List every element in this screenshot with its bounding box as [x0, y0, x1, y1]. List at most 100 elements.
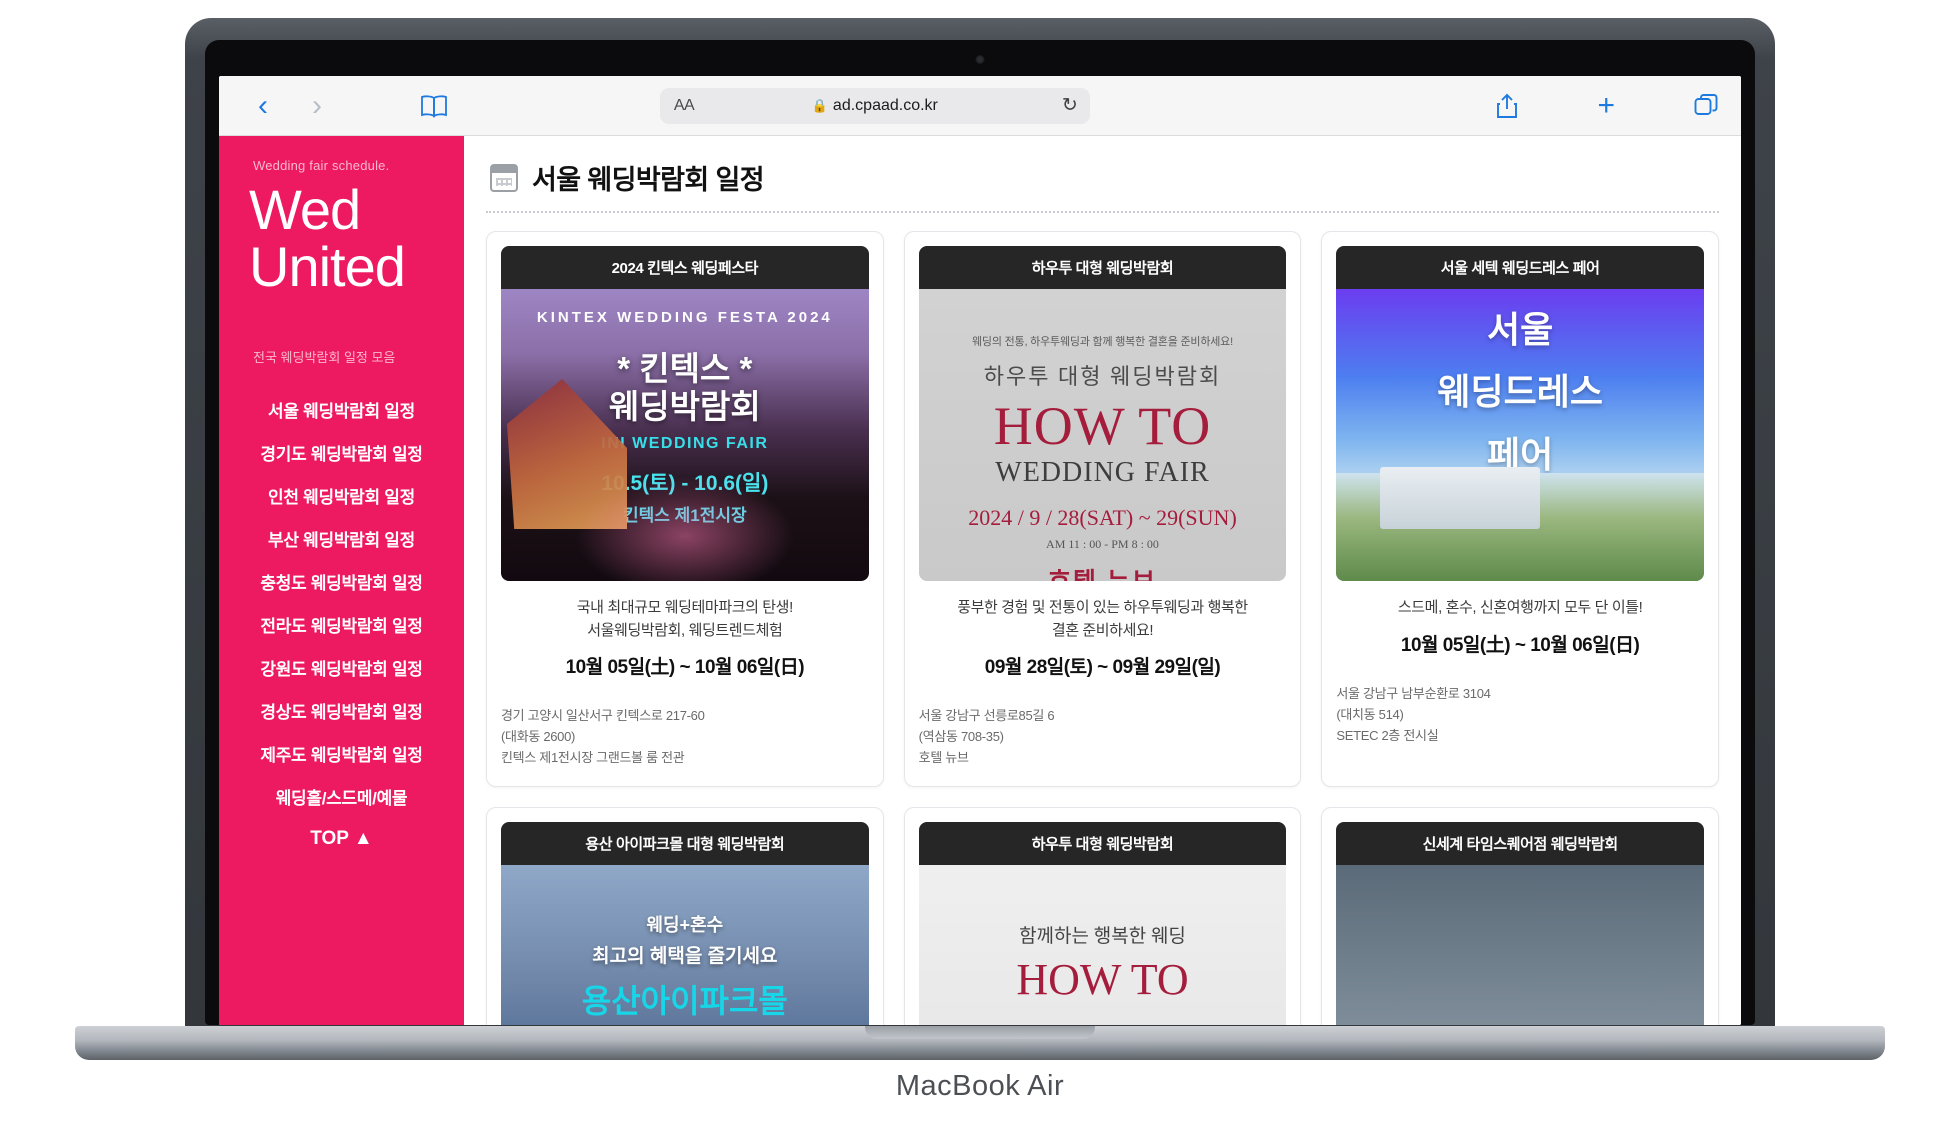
sidebar-item-jeju[interactable]: 제주도 웨딩박람회 일정 — [235, 732, 448, 775]
back-icon[interactable]: ‹ — [241, 90, 285, 121]
sidebar-item-jeolla[interactable]: 전라도 웨딩박람회 일정 — [235, 603, 448, 646]
card-desc-line2: 결혼 준비하세요! — [1051, 621, 1154, 639]
share-icon[interactable] — [1495, 92, 1519, 120]
sidebar-logo-line1: Wed — [249, 178, 361, 241]
card-desc-line1: 풍부한 경험 및 전통이 있는 하우투웨딩과 행복한 — [957, 599, 1248, 616]
sidebar-item-gyeongsang[interactable]: 경상도 웨딩박람회 일정 — [235, 689, 448, 732]
card-date-range: 10월 05일(土) ~ 10월 06일(日) — [1400, 634, 1640, 656]
card-title: 2024 킨텍스 웨딩페스타 — [501, 246, 869, 289]
card-address: 서울 강남구 남부순환로 3104 (대치동 514) SETEC 2층 전시실 — [1336, 683, 1704, 746]
card-addr-line3: SETEC 2층 전시실 — [1336, 727, 1439, 743]
card-description: 스드메, 혼수, 신혼여행까지 모두 단 이틀! — [1336, 597, 1704, 620]
toolbar-right-group: + — [1495, 89, 1719, 123]
webcam — [975, 55, 985, 64]
fair-card[interactable]: 용산 아이파크몰 대형 웨딩박람회 웨딩+혼수 최고의 혜택을 즐기세요 용산아… — [486, 807, 884, 1025]
poster-line2: 웨딩드레스 — [1437, 371, 1603, 413]
poster-top-text: KINTEX WEDDING FESTA 2024 — [536, 309, 833, 326]
calendar-icon — [490, 163, 518, 192]
poster-hotel-text: 호텔 뉴브 — [1048, 562, 1157, 581]
card-title: 하우투 대형 웨딩박람회 — [918, 822, 1287, 866]
poster-glow — [574, 475, 795, 581]
poster-line1: 서울 — [1487, 309, 1554, 350]
card-poster-image: KINTEX WEDDING FESTA 2024 * 킨텍스 * 웨딩박람회 … — [501, 289, 869, 581]
poster-top-text: 웨딩의 전통, 하우투웨딩과 함께 행복한 결혼을 준비하세요! — [972, 336, 1233, 348]
poster-kor-title: 하우투 대형 웨딩박람회 — [983, 364, 1222, 389]
fair-card[interactable]: 하우투 대형 웨딩박람회 함께하는 행복한 웨딩 HOW TO — [903, 807, 1302, 1025]
fair-card[interactable]: 신세계 타임스퀘어점 웨딩박람회 — [1321, 807, 1719, 1025]
card-poster-image: 서울 웨딩드레스 페어 SETEC — [1336, 289, 1704, 581]
card-poster-image — [1336, 865, 1704, 1025]
sidebar-tagline: 전국 웨딩박람회 일정 모음 — [253, 350, 396, 366]
card-desc-line2: 서울웨딩박람회, 웨딩트렌드체험 — [587, 621, 783, 639]
sidebar-item-chungcheong[interactable]: 충청도 웨딩박람회 일정 — [235, 560, 448, 603]
page-content: Wedding fair schedule. Wed United 전국 웨딩박… — [219, 136, 1741, 1025]
new-tab-icon[interactable]: + — [1597, 89, 1615, 123]
card-addr-line3: 킨텍스 제1전시장 그랜드볼 룸 전관 — [501, 750, 685, 766]
poster-big-text: * 킨텍스 * 웨딩박람회 — [608, 350, 761, 425]
card-title: 서울 세텍 웨딩드레스 페어 — [1336, 246, 1704, 289]
card-date-range: 10월 05일(土) ~ 10월 06일(日) — [565, 657, 805, 678]
card-title: 신세계 타임스퀘어점 웨딩박람회 — [1336, 822, 1704, 866]
header-divider — [486, 211, 1719, 213]
browser-toolbar: ‹ › AA 🔒 ad.cpaad.co.kr ↻ + — [219, 76, 1741, 136]
url-value: ad.cpaad.co.kr — [832, 96, 938, 114]
fair-card[interactable]: 서울 세텍 웨딩드레스 페어 서울 웨딩드레스 페어 SETEC — [1321, 231, 1719, 788]
card-poster-image: 웨딩+혼수 최고의 혜택을 즐기세요 용산아이파크몰 — [501, 865, 869, 1025]
poster-line2: 최고의 혜택을 즐기세요 — [592, 946, 778, 968]
card-addr-line1: 경기 고양시 일산서구 킨텍스로 217-60 — [501, 708, 705, 723]
card-addr-line3: 호텔 뉴브 — [918, 750, 969, 766]
tabs-icon[interactable] — [1693, 93, 1719, 119]
sidebar-item-weddinghall[interactable]: 웨딩홀/스드메/예물 — [235, 775, 448, 818]
reader-book-icon[interactable] — [411, 94, 457, 118]
address-bar[interactable]: AA 🔒 ad.cpaad.co.kr ↻ — [659, 87, 1090, 124]
card-addr-line2: (대치동 514) — [1336, 706, 1404, 722]
poster-date-text: 2024 / 9 / 28(SAT) ~ 29(SUN) — [968, 505, 1237, 530]
card-title: 하우투 대형 웨딩박람회 — [918, 246, 1287, 289]
page-header: 서울 웨딩박람회 일정 — [486, 152, 1719, 211]
sidebar-item-gyeonggi[interactable]: 경기도 웨딩박람회 일정 — [235, 431, 448, 474]
poster-building-shape — [1380, 467, 1541, 529]
card-desc-line1: 스드메, 혼수, 신혼여행까지 모두 단 이틀! — [1397, 599, 1643, 616]
sidebar-item-gangwon[interactable]: 강원도 웨딩박람회 일정 — [235, 646, 448, 689]
screen: ‹ › AA 🔒 ad.cpaad.co.kr ↻ + Wedding fair… — [219, 76, 1741, 1025]
laptop-device: ‹ › AA 🔒 ad.cpaad.co.kr ↻ + Wedding fair… — [75, 18, 1885, 1102]
card-addr-line2: (대화동 2600) — [501, 729, 576, 745]
poster-line1: 웨딩+혼수 — [646, 915, 724, 936]
laptop-notch — [865, 1026, 1095, 1039]
fair-card[interactable]: 2024 킨텍스 웨딩페스타 KINTEX WEDDING FESTA 2024… — [486, 231, 884, 788]
card-addr-line2: (역삼동 708-35) — [918, 729, 1004, 745]
poster-line1: 함께하는 행복한 웨딩 — [1019, 926, 1186, 948]
card-addr-line1: 서울 강남구 선릉로85길 6 — [918, 708, 1055, 723]
lock-icon: 🔒 — [811, 97, 828, 113]
card-date-range: 09월 28일(토) ~ 09월 29일(일) — [984, 657, 1221, 678]
url-text: 🔒 ad.cpaad.co.kr — [660, 97, 1090, 115]
card-description: 국내 최대규모 웨딩테마파크의 탄생! 서울웨딩박람회, 웨딩트렌드체험 — [501, 597, 869, 642]
poster-main-text: HOW TO — [993, 396, 1212, 456]
device-label: MacBook Air — [895, 1070, 1065, 1102]
page-title: 서울 웨딩박람회 일정 — [532, 165, 765, 195]
laptop-lid: ‹ › AA 🔒 ad.cpaad.co.kr ↻ + Wedding fair… — [185, 18, 1775, 1033]
card-addr-line1: 서울 강남구 남부순환로 3104 — [1336, 685, 1491, 701]
sidebar-nav: 서울 웨딩박람회 일정 경기도 웨딩박람회 일정 인천 웨딩박람회 일정 부산 … — [235, 388, 448, 860]
card-description: 풍부한 경험 및 전통이 있는 하우투웨딩과 행복한 결혼 준비하세요! — [919, 597, 1287, 642]
fair-card-grid: 2024 킨텍스 웨딩페스타 KINTEX WEDDING FESTA 2024… — [486, 231, 1719, 1025]
poster-line2: HOW TO — [1016, 955, 1189, 1005]
sidebar-subtitle: Wedding fair schedule. — [253, 158, 390, 173]
reload-icon[interactable]: ↻ — [1062, 94, 1078, 117]
card-poster-image: 웨딩의 전통, 하우투웨딩과 함께 행복한 결혼을 준비하세요! 하우투 대형 … — [918, 289, 1287, 581]
fair-card[interactable]: 하우투 대형 웨딩박람회 웨딩의 전통, 하우투웨딩과 함께 행복한 결혼을 준… — [903, 231, 1302, 788]
sidebar-item-incheon[interactable]: 인천 웨딩박람회 일정 — [235, 474, 448, 517]
scroll-to-top-button[interactable]: TOP ▲ — [235, 818, 448, 860]
sidebar: Wedding fair schedule. Wed United 전국 웨딩박… — [219, 136, 464, 1025]
card-address: 서울 강남구 선릉로85길 6 (역삼동 708-35) 호텔 뉴브 — [919, 705, 1287, 768]
card-desc-line1: 국내 최대규모 웨딩테마파크의 탄생! — [576, 599, 793, 616]
forward-icon[interactable]: › — [295, 90, 339, 121]
main-content: 서울 웨딩박람회 일정 2024 킨텍스 웨딩페스타 KINTEX WEDDIN — [464, 136, 1741, 1025]
card-poster-image: 함께하는 행복한 웨딩 HOW TO — [918, 865, 1287, 1025]
poster-line3: 용산아이파크몰 — [581, 983, 788, 1020]
poster-sub-text: WEDDING FAIR — [995, 457, 1210, 488]
sidebar-item-busan[interactable]: 부산 웨딩박람회 일정 — [235, 517, 448, 560]
card-address: 경기 고양시 일산서구 킨텍스로 217-60 (대화동 2600) 킨텍스 제… — [501, 705, 869, 768]
card-title: 용산 아이파크몰 대형 웨딩박람회 — [501, 822, 869, 866]
sidebar-item-seoul[interactable]: 서울 웨딩박람회 일정 — [235, 388, 448, 431]
